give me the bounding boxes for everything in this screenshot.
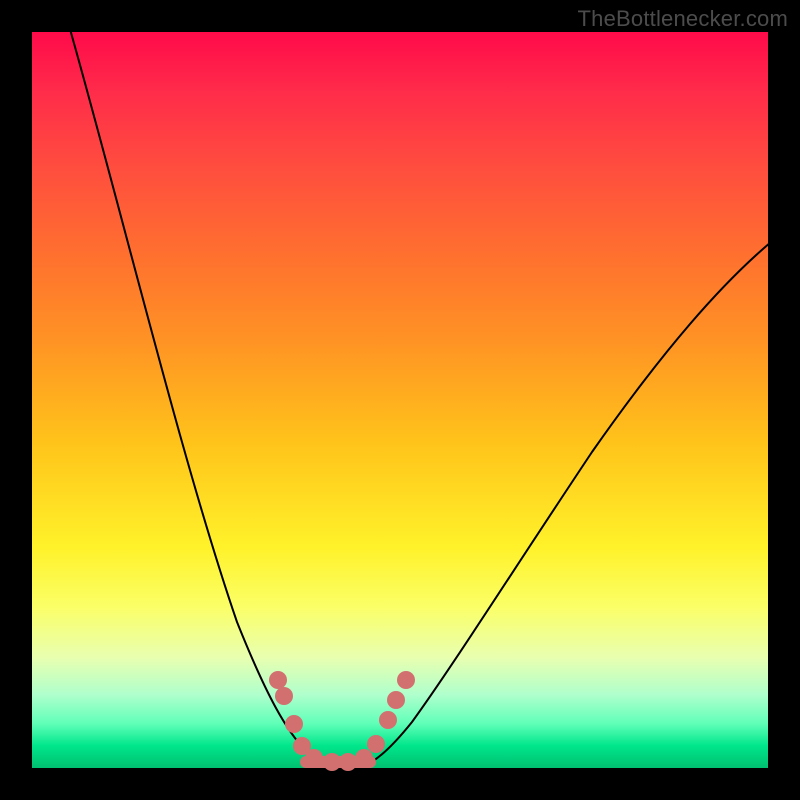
data-dot [387, 691, 405, 709]
data-dot [397, 671, 415, 689]
data-dot [339, 753, 357, 771]
data-dot [379, 711, 397, 729]
curve-right [366, 237, 777, 765]
data-dot [285, 715, 303, 733]
data-dot [367, 735, 385, 753]
data-dot [269, 671, 287, 689]
watermark-text: TheBottlenecker.com [578, 6, 788, 32]
data-dot [305, 749, 323, 767]
plot-area [32, 32, 768, 768]
data-dot [275, 687, 293, 705]
curves-svg [32, 32, 768, 768]
chart-frame: TheBottlenecker.com [0, 0, 800, 800]
data-dot [323, 753, 341, 771]
data-dot [355, 749, 373, 767]
curve-left [68, 22, 328, 765]
